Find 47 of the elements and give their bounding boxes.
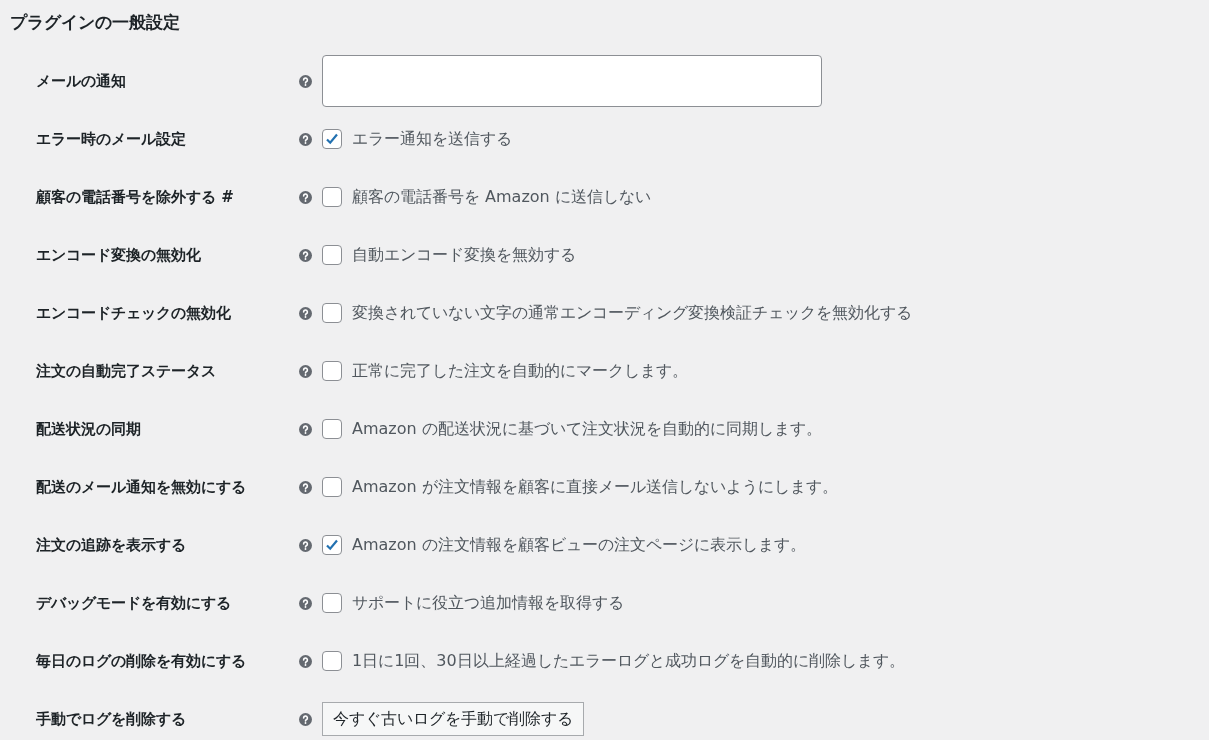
help-icon[interactable] — [299, 74, 312, 88]
checkbox[interactable] — [322, 245, 342, 265]
setting-label: 配送状況の同期 — [36, 420, 141, 438]
help-icon[interactable] — [299, 480, 312, 494]
help-icon[interactable] — [299, 132, 312, 146]
checkbox[interactable] — [322, 187, 342, 207]
help-icon[interactable] — [299, 654, 312, 668]
checkbox-description: Amazon の注文情報を顧客ビューの注文ページに表示します。 — [352, 534, 806, 556]
setting-label: 毎日のログの削除を有効にする — [36, 652, 246, 670]
checkbox-description: 正常に完了した注文を自動的にマークします。 — [352, 360, 688, 382]
checkbox[interactable] — [322, 535, 342, 555]
checkbox-description: エラー通知を送信する — [352, 128, 512, 150]
checkbox-description: 1日に1回、30日以上経過したエラーログと成功ログを自動的に削除します。 — [352, 650, 905, 672]
setting-label: エンコード変換の無効化 — [36, 246, 201, 264]
setting-label: 注文の追跡を表示する — [36, 536, 186, 554]
checkbox[interactable] — [322, 651, 342, 671]
section-heading: プラグインの一般設定 — [10, 11, 180, 34]
setting-label: メールの通知 — [36, 72, 126, 90]
checkbox-description: 自動エンコード変換を無効する — [352, 244, 576, 266]
setting-label: 手動でログを削除する — [36, 710, 186, 728]
checkbox[interactable] — [322, 477, 342, 497]
help-icon[interactable] — [299, 190, 312, 204]
help-icon[interactable] — [299, 538, 312, 552]
help-icon[interactable] — [299, 306, 312, 320]
help-icon[interactable] — [299, 596, 312, 610]
checkbox[interactable] — [322, 361, 342, 381]
checkbox-description: 変換されていない文字の通常エンコーディング変換検証チェックを無効化する — [352, 302, 912, 324]
delete-logs-button[interactable]: 今すぐ古いログを手動で削除する — [322, 702, 584, 736]
help-icon[interactable] — [299, 364, 312, 378]
checkbox-description: Amazon の配送状況に基づいて注文状況を自動的に同期します。 — [352, 418, 822, 440]
help-icon[interactable] — [299, 422, 312, 436]
setting-label: デバッグモードを有効にする — [36, 594, 231, 612]
setting-label: 注文の自動完了ステータス — [36, 362, 216, 380]
checkbox-description: Amazon が注文情報を顧客に直接メール送信しないようにします。 — [352, 476, 838, 498]
email-field[interactable] — [322, 55, 822, 107]
checkbox[interactable] — [322, 129, 342, 149]
checkbox[interactable] — [322, 303, 342, 323]
checkbox-description: サポートに役立つ追加情報を取得する — [352, 592, 624, 614]
setting-label: エラー時のメール設定 — [36, 130, 186, 148]
checkbox[interactable] — [322, 593, 342, 613]
checkbox[interactable] — [322, 419, 342, 439]
help-icon[interactable] — [299, 248, 312, 262]
help-icon[interactable] — [299, 712, 312, 726]
setting-label: 配送のメール通知を無効にする — [36, 478, 246, 496]
setting-label: 顧客の電話番号を除外する # — [36, 188, 234, 206]
setting-label: エンコードチェックの無効化 — [36, 304, 231, 322]
checkbox-description: 顧客の電話番号を Amazon に送信しない — [352, 186, 651, 208]
